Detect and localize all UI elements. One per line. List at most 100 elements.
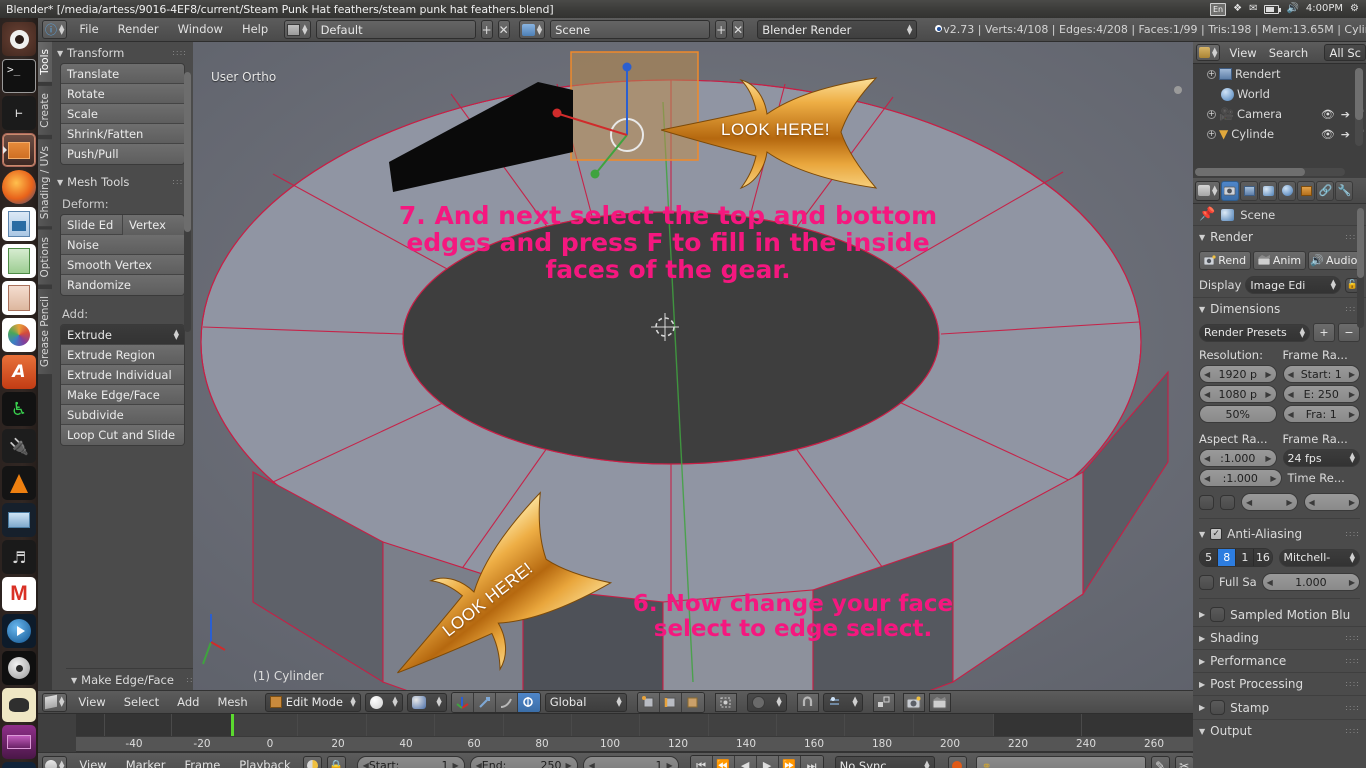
anti-aliasing-checkbox[interactable]: ✓ <box>1210 528 1222 540</box>
frame-start-field[interactable]: ◀Start: 1▶ <box>1283 365 1361 383</box>
properties-editor-icon[interactable]: ▲▼ <box>1195 181 1220 201</box>
panel-render-header[interactable]: ▼ Render :::: <box>1193 225 1366 248</box>
dock-item-libreoffice-writer[interactable] <box>2 207 36 241</box>
dock-item-bull-app[interactable] <box>2 688 36 722</box>
outliner-filter-selector[interactable]: All Sc <box>1324 44 1366 61</box>
timeline-menu-marker[interactable]: Marker <box>119 756 173 768</box>
dock-item-headset-app[interactable]: ♿ <box>2 392 36 426</box>
screen-layout-icon[interactable]: ▲▼ <box>284 20 310 39</box>
3d-view-icon[interactable]: ▲▼ <box>42 693 67 712</box>
pivot-icon[interactable] <box>873 693 895 712</box>
aa-sample-8[interactable]: 8 <box>1218 549 1236 566</box>
screen-layout-selector[interactable]: Default <box>316 20 476 39</box>
panel-shading-header[interactable]: ▶ Shading :::: <box>1193 626 1366 649</box>
render-animation-button[interactable]: Anim <box>1253 251 1305 270</box>
properties-tab-object[interactable] <box>1297 181 1315 201</box>
operator-panel-header[interactable]: ▼ Make Edge/Face :::: <box>66 669 193 690</box>
viewport-menu-mesh[interactable]: Mesh <box>210 693 254 712</box>
panel-post-processing-header[interactable]: ▶ Post Processing :::: <box>1193 672 1366 695</box>
properties-tab-constraints[interactable]: 🔗 <box>1316 181 1334 201</box>
aa-filter-selector[interactable]: Mitchell- ▲▼ <box>1279 549 1361 567</box>
tool-extrude-individual[interactable]: Extrude Individual <box>61 365 184 385</box>
tool-noise[interactable]: Noise <box>61 235 184 255</box>
rotate-manipulator-icon[interactable] <box>474 693 496 712</box>
dock-item-music[interactable]: ♬ <box>2 540 36 574</box>
dock-item-firefox[interactable] <box>2 170 36 204</box>
scene-shading-selector[interactable]: ▲▼ <box>407 693 447 712</box>
tool-rotate[interactable]: Rotate <box>61 84 184 104</box>
panel-output-header[interactable]: ▼ Output :::: <box>1193 719 1366 742</box>
translate-manipulator-icon[interactable] <box>452 693 474 712</box>
proportional-edit-selector[interactable]: ▲▼ <box>747 693 787 712</box>
dock-item-amazon[interactable]: A <box>2 355 36 389</box>
tool-subdivide[interactable]: Subdivide <box>61 405 184 425</box>
dock-item-console[interactable]: ⊢ <box>2 96 36 130</box>
dock-item-b-app[interactable]: b <box>2 762 36 768</box>
dock-item-files[interactable] <box>2 133 36 167</box>
timeline-ruler[interactable]: -40 -20 0 20 40 60 80 100 120 140 160 18… <box>76 736 1366 752</box>
prev-keyframe-icon[interactable]: ⏪ <box>713 756 735 768</box>
extrude-dropdown[interactable]: Extrude ▲▼ <box>61 325 184 345</box>
delete-scene-button[interactable]: ✕ <box>732 20 744 39</box>
toolshelf-scrollbar[interactable] <box>184 72 191 332</box>
current-frame-field[interactable]: ◀ 1 ▶ <box>583 756 679 768</box>
timeline-menu-playback[interactable]: Playback <box>232 756 297 768</box>
motion-blur-checkbox[interactable] <box>1210 607 1225 622</box>
menu-window[interactable]: Window <box>171 20 230 39</box>
add-scene-button[interactable]: + <box>715 20 727 39</box>
dock-item-media-player[interactable] <box>2 614 36 648</box>
frame-step-field[interactable]: ◀Fra: 1▶ <box>1283 405 1361 423</box>
input-method-indicator[interactable]: En <box>1210 3 1226 16</box>
viewport-menu-add[interactable]: Add <box>170 693 206 712</box>
timeline-icon[interactable]: ▲▼ <box>42 756 67 768</box>
tool-slide-edge[interactable]: Slide Ed <box>61 215 123 235</box>
tool-randomize[interactable]: Randomize <box>61 275 184 295</box>
delete-keying-icon[interactable]: ✂ <box>1175 756 1194 768</box>
vertex-select-icon[interactable] <box>638 693 660 712</box>
toolshelf-tab-options[interactable]: Options <box>38 230 52 285</box>
render-image-button[interactable]: Rend <box>1199 251 1251 270</box>
aa-sample-5[interactable]: 5 <box>1200 549 1218 566</box>
outliner-row-cylinder[interactable]: + ▼ Cylinde 👁 ➔ ⛶ <box>1193 124 1366 144</box>
lock-icon[interactable]: 🔒 <box>327 756 346 768</box>
aspect-x-field[interactable]: ◀:1.000▶ <box>1199 449 1277 467</box>
aa-samples-segmented[interactable]: 5 8 1 16 <box>1199 548 1273 567</box>
selectable-cursor-icon[interactable]: ➔ <box>1341 108 1350 121</box>
outliner-scrollbar-horizontal[interactable] <box>1195 168 1345 176</box>
render-audio-button[interactable]: 🔊 Audio <box>1308 251 1360 270</box>
properties-tab-scene[interactable] <box>1259 181 1277 201</box>
face-select-icon[interactable] <box>682 693 704 712</box>
aa-sample-11[interactable]: 1 <box>1236 549 1254 566</box>
dock-item-gmail[interactable]: M <box>2 577 36 611</box>
panel-performance-header[interactable]: ▶ Performance :::: <box>1193 649 1366 672</box>
mode-selector[interactable]: Edit Mode ▲▼ <box>265 693 361 712</box>
delete-layout-button[interactable]: ✕ <box>498 20 510 39</box>
tool-translate[interactable]: Translate <box>61 64 184 84</box>
properties-tab-modifiers[interactable]: 🔧 <box>1335 181 1353 201</box>
manipulator-toggle[interactable] <box>518 693 540 712</box>
outliner-scrollbar-vertical[interactable] <box>1355 68 1363 146</box>
transform-orientation-selector[interactable]: Global ▲▼ <box>545 693 627 712</box>
panel-anti-aliasing-header[interactable]: ▼ ✓ Anti-Aliasing :::: <box>1193 523 1366 545</box>
clock[interactable]: 4:00PM <box>1306 4 1343 14</box>
tool-make-edge-face[interactable]: Make Edge/Face <box>61 385 184 405</box>
frame-end-field[interactable]: ◀E: 250▶ <box>1283 385 1361 403</box>
add-preset-button[interactable]: + <box>1313 323 1335 342</box>
display-mode-selector[interactable]: Image Edi ▲▼ <box>1245 276 1341 294</box>
timeline-track[interactable] <box>76 714 1366 736</box>
visibility-eye-icon[interactable]: 👁 <box>1321 128 1335 141</box>
stamp-checkbox[interactable] <box>1210 700 1225 715</box>
dock-item-libreoffice-impress[interactable] <box>2 281 36 315</box>
toolshelf-tab-create[interactable]: Create <box>38 86 52 135</box>
properties-tab-render-layers[interactable] <box>1240 181 1258 201</box>
new-keying-icon[interactable]: ✎ <box>1151 756 1170 768</box>
power-icon[interactable]: ⚙ <box>1350 4 1359 14</box>
render-presets-selector[interactable]: Render Presets ▲▼ <box>1199 324 1310 342</box>
timeline-menu-view[interactable]: View <box>72 756 113 768</box>
limit-selection-icon[interactable] <box>715 693 737 712</box>
properties-tab-world[interactable] <box>1278 181 1296 201</box>
pin-icon[interactable]: 📌 <box>1199 207 1215 222</box>
dock-item-media-tool[interactable] <box>2 503 36 537</box>
outliner-menu-view[interactable]: View <box>1226 45 1259 61</box>
selectable-cursor-icon[interactable]: ➔ <box>1341 128 1350 141</box>
